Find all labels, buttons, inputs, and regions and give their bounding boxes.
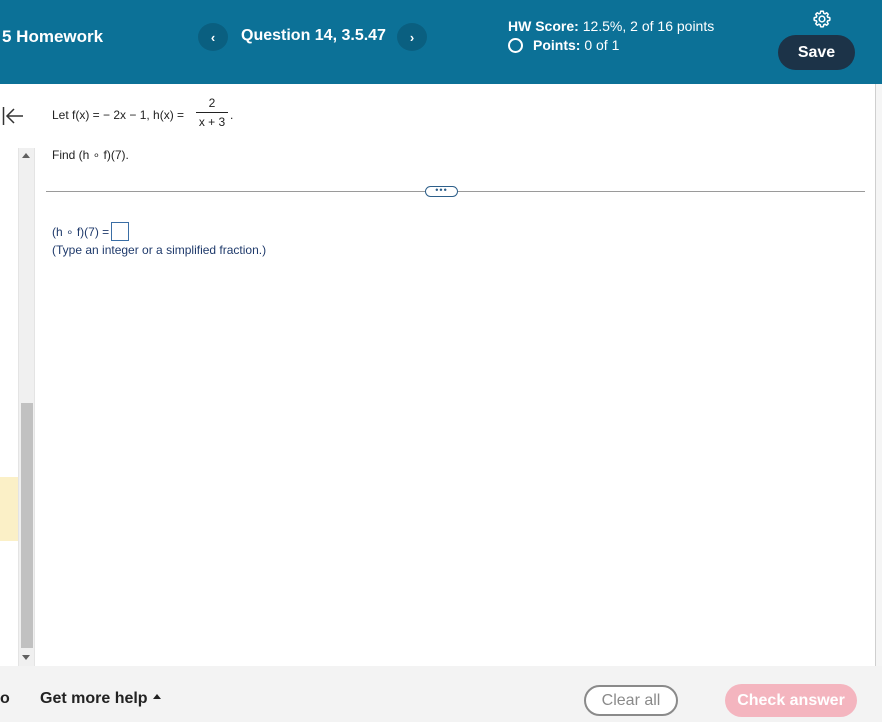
panel-edge xyxy=(876,84,882,666)
caret-up-icon xyxy=(152,694,161,700)
next-question-button[interactable]: › xyxy=(397,23,427,51)
circle-icon xyxy=(508,37,523,53)
answer-label: (h ∘ f)(7) = xyxy=(52,224,110,239)
expand-button[interactable]: ••• xyxy=(425,186,458,197)
header-bar: 5 Homework ‹ Question 14, 3.5.47 › HW Sc… xyxy=(0,0,882,84)
answer-row: (h ∘ f)(7) = xyxy=(52,222,130,241)
clear-all-button[interactable]: Clear all xyxy=(584,685,678,716)
save-button[interactable]: Save xyxy=(778,35,855,70)
check-answer-button[interactable]: Check answer xyxy=(725,684,857,717)
hw-score-value: 12.5%, 2 of 16 points xyxy=(582,18,715,34)
fraction-bar xyxy=(196,112,228,113)
app-window: 5 Homework ‹ Question 14, 3.5.47 › HW Sc… xyxy=(0,0,882,722)
answer-input[interactable] xyxy=(111,222,130,241)
function-definition: Let f(x) = − 2x − 1, h(x) = xyxy=(52,108,185,122)
points-value: 0 of 1 xyxy=(584,37,620,53)
chevron-right-icon: › xyxy=(409,29,415,45)
points-status: Points: 0 of 1 xyxy=(508,37,619,53)
gear-icon[interactable] xyxy=(812,9,832,29)
fraction-denominator: x + 3 xyxy=(198,115,226,129)
homework-title: 5 Homework xyxy=(2,27,104,46)
footer-bar: o Get more help Clear all Check answer xyxy=(0,666,882,722)
h-fraction: 2 x + 3 xyxy=(196,96,228,130)
scrollbar-thumb[interactable] xyxy=(21,403,33,648)
collapse-left-icon[interactable] xyxy=(2,105,24,127)
chevron-left-icon: ‹ xyxy=(210,29,216,45)
ellipsis-icon: ••• xyxy=(435,185,448,195)
hw-score: HW Score: 12.5%, 2 of 16 points xyxy=(508,18,714,34)
fraction-numerator: 2 xyxy=(208,96,216,110)
answer-hint: (Type an integer or a simplified fractio… xyxy=(52,243,267,257)
question-prompt: Find (h ∘ f)(7). xyxy=(52,148,129,162)
statement-period: . xyxy=(230,108,234,122)
get-more-help-button[interactable]: Get more help xyxy=(40,690,161,708)
scroll-up-arrow-icon[interactable] xyxy=(22,153,30,158)
footer-left-fragment[interactable]: o xyxy=(0,690,10,708)
hw-score-label: HW Score: xyxy=(508,18,579,34)
vertical-scrollbar[interactable] xyxy=(18,148,35,666)
scroll-down-arrow-icon[interactable] xyxy=(22,655,30,660)
help-label: Get more help xyxy=(40,690,148,707)
previous-question-button[interactable]: ‹ xyxy=(198,23,228,51)
side-panel-tab[interactable] xyxy=(0,477,18,541)
question-title: Question 14, 3.5.47 xyxy=(241,27,386,44)
points-label: Points: xyxy=(533,37,581,53)
